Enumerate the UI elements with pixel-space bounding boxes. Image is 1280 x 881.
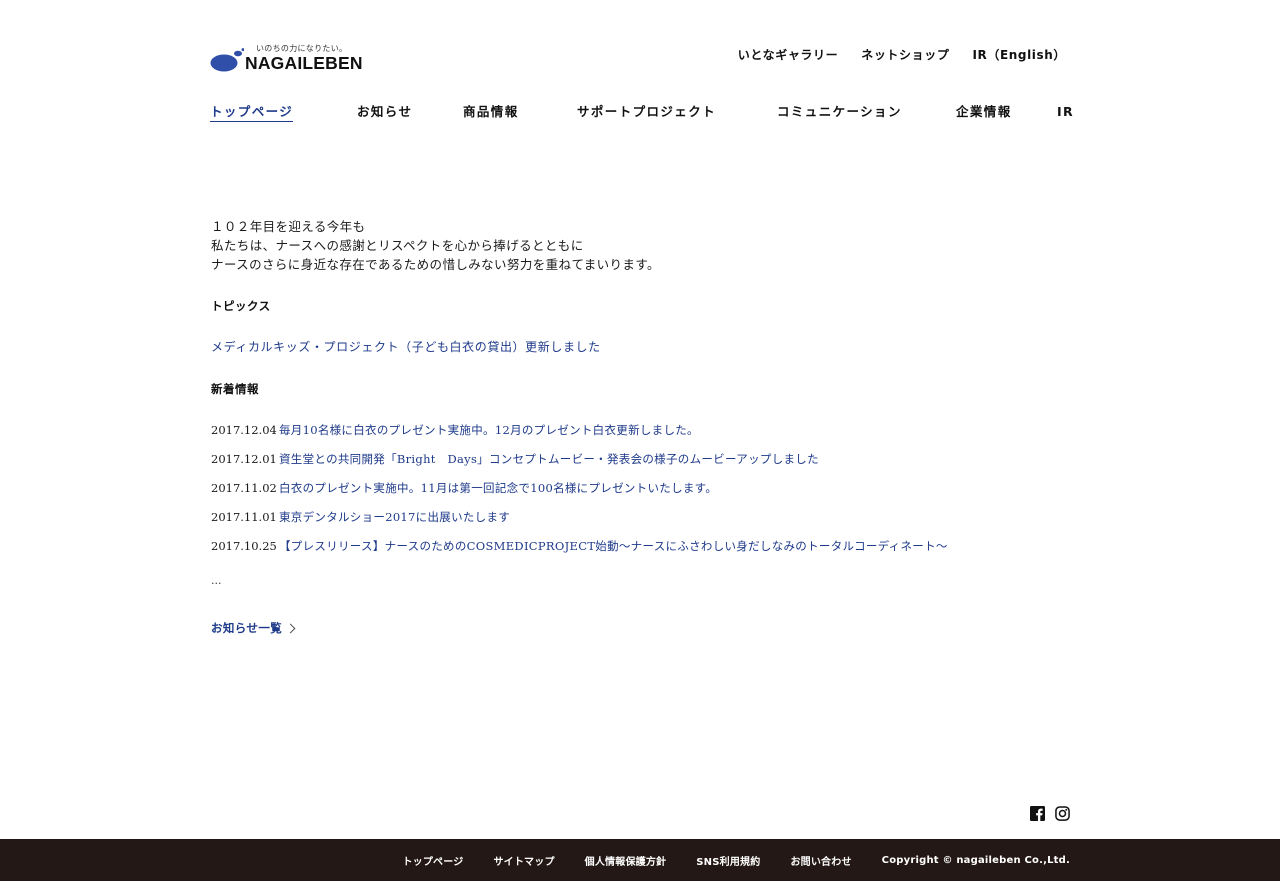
utility-link-ir-english[interactable]: IR（English） bbox=[972, 47, 1066, 63]
news-date: 2017.12.04 bbox=[211, 423, 277, 437]
news-list-link[interactable]: お知らせ一覧 bbox=[211, 620, 296, 636]
lead-line: ナースのさらに身近な存在であるための惜しみない努力を重ねてまいります。 bbox=[211, 257, 660, 272]
instagram-link[interactable] bbox=[1055, 806, 1070, 821]
chevron-right-icon bbox=[285, 623, 296, 634]
news-title-link[interactable]: 白衣のプレゼント実施中。11月は第一回記念で100名様にプレゼントいたします。 bbox=[279, 480, 717, 496]
footer-link-contact[interactable]: お問い合わせ bbox=[790, 853, 851, 868]
news-list-link-label: お知らせ一覧 bbox=[211, 621, 283, 635]
lead-line: 私たちは、ナースへの感謝とリスペクトを心から捧げるとともに bbox=[211, 238, 584, 253]
nav-item-news[interactable]: お知らせ bbox=[357, 104, 412, 120]
nav-item-support-project[interactable]: サポートプロジェクト bbox=[577, 104, 716, 120]
utility-nav: いとなギャラリー ネットショップ IR（English） bbox=[715, 47, 1066, 63]
news-item: 2017.12.04 毎月10名様に白衣のプレゼント実施中。12月のプレゼント白… bbox=[211, 422, 1071, 451]
copyright: Copyright © nagaileben Co.,Ltd. bbox=[881, 854, 1070, 866]
logo-wordmark: NAGAILEBEN bbox=[245, 53, 363, 73]
nav-item-top[interactable]: トップページ bbox=[210, 104, 294, 122]
nav-item-communication[interactable]: コミュニケーション bbox=[777, 104, 902, 120]
news-date: 2017.12.01 bbox=[211, 452, 277, 466]
news-more-ellipsis: ... bbox=[211, 574, 222, 587]
news-list: 2017.12.04 毎月10名様に白衣のプレゼント実施中。12月のプレゼント白… bbox=[211, 422, 1071, 567]
news-heading: 新着情報 bbox=[211, 382, 259, 396]
footer-nav: トップページ サイトマップ 個人情報保護方針 SNS利用規約 お問い合わせ Co… bbox=[372, 839, 1070, 881]
nav-item-ir[interactable]: IR bbox=[1057, 104, 1074, 120]
facebook-icon bbox=[1030, 806, 1045, 821]
news-item: 2017.11.02 白衣のプレゼント実施中。11月は第一回記念で100名様にプ… bbox=[211, 480, 1071, 509]
topics-heading: トピックス bbox=[211, 299, 271, 313]
topic-link-medical-kids[interactable]: メディカルキッズ・プロジェクト（子ども白衣の貸出）更新しました bbox=[211, 339, 601, 355]
news-title-link[interactable]: 資生堂との共同開発「Bright Days」コンセプトムービー・発表会の様子のム… bbox=[279, 451, 819, 467]
utility-link-netshop[interactable]: ネットショップ bbox=[861, 47, 949, 63]
site-footer: トップページ サイトマップ 個人情報保護方針 SNS利用規約 お問い合わせ Co… bbox=[0, 839, 1280, 881]
news-date: 2017.11.02 bbox=[211, 481, 277, 495]
news-item: 2017.10.25 【プレスリリース】ナースのためのCOSMEDICPROJE… bbox=[211, 538, 1071, 567]
logo-tagline: いのちの力になりたい。 bbox=[256, 44, 348, 53]
logo-mark-icon bbox=[210, 48, 244, 72]
social-links bbox=[1030, 806, 1070, 821]
footer-link-top[interactable]: トップページ bbox=[402, 853, 463, 868]
news-item: 2017.11.01 東京デンタルショー2017に出展いたします bbox=[211, 509, 1071, 538]
site-logo[interactable]: いのちの力になりたい。 NAGAILEBEN bbox=[210, 44, 395, 74]
footer-link-sitemap[interactable]: サイトマップ bbox=[493, 853, 554, 868]
news-date: 2017.10.25 bbox=[211, 539, 277, 553]
utility-link-gallery[interactable]: いとなギャラリー bbox=[738, 47, 838, 63]
facebook-link[interactable] bbox=[1030, 806, 1045, 821]
news-item: 2017.12.01 資生堂との共同開発「Bright Days」コンセプトムー… bbox=[211, 451, 1071, 480]
lead-line: １０２年目を迎える今年も bbox=[211, 219, 366, 234]
news-date: 2017.11.01 bbox=[211, 510, 277, 524]
lead-message: １０２年目を迎える今年も 私たちは、ナースへの感謝とリスペクトを心から捧げるとと… bbox=[211, 217, 1071, 274]
news-title-link[interactable]: 【プレスリリース】ナースのためのCOSMEDICPROJECT始動〜ナースにふさ… bbox=[279, 538, 948, 554]
nav-item-company[interactable]: 企業情報 bbox=[956, 104, 1012, 120]
news-title-link[interactable]: 東京デンタルショー2017に出展いたします bbox=[279, 509, 510, 525]
instagram-icon bbox=[1055, 806, 1070, 821]
footer-link-privacy[interactable]: 個人情報保護方針 bbox=[585, 853, 667, 868]
news-title-link[interactable]: 毎月10名様に白衣のプレゼント実施中。12月のプレゼント白衣更新しました。 bbox=[279, 422, 699, 438]
footer-link-sns-terms[interactable]: SNS利用規約 bbox=[696, 853, 760, 868]
nav-item-products[interactable]: 商品情報 bbox=[463, 104, 519, 120]
